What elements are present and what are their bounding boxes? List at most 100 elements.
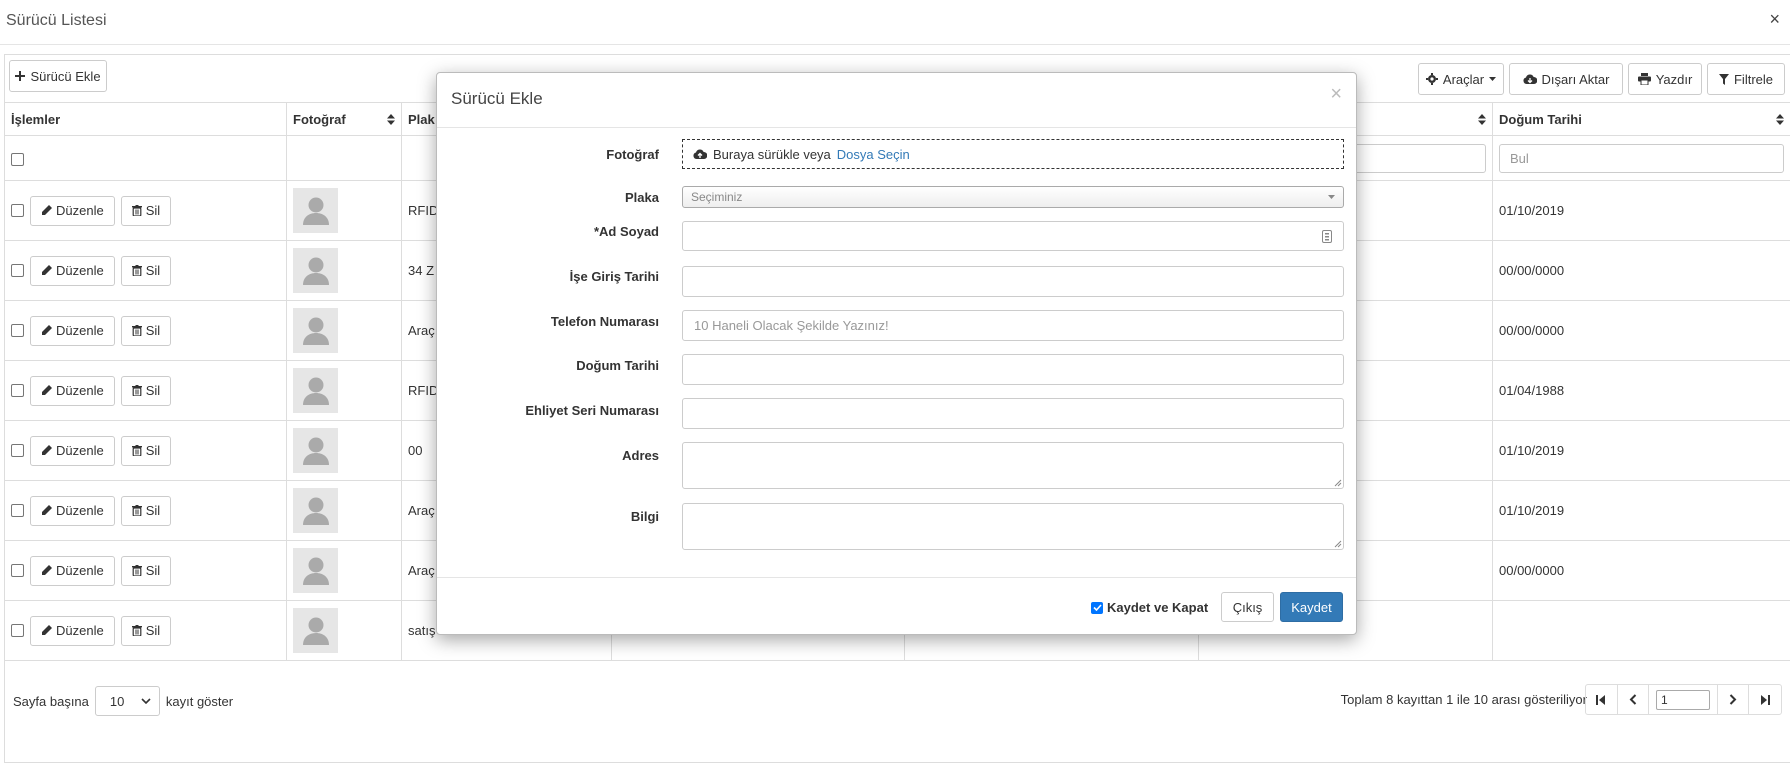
edit-button[interactable]: Düzenle <box>30 255 115 286</box>
chevron-left-icon <box>1629 694 1637 705</box>
info-label: Bilgi <box>630 509 659 524</box>
last-page-button[interactable] <box>1749 685 1781 714</box>
choose-file-link[interactable]: Dosya Seçin <box>837 147 910 162</box>
pencil-icon <box>42 265 52 275</box>
save-and-close-label: Kaydet ve Kapat <box>1107 600 1209 615</box>
per-page-select[interactable]: 10 <box>94 686 160 716</box>
edit-button[interactable]: Düzenle <box>30 375 115 406</box>
next-page-button[interactable] <box>1718 685 1750 714</box>
plus-icon <box>15 71 26 81</box>
pencil-icon <box>42 505 52 515</box>
avatar <box>293 308 338 353</box>
edit-button[interactable]: Düzenle <box>30 315 115 346</box>
save-button[interactable]: Kaydet <box>1280 592 1343 622</box>
header-birth-date[interactable]: Doğum Tarihi <box>1492 102 1790 136</box>
sort-icon <box>387 114 395 125</box>
user-silhouette-icon <box>302 257 329 285</box>
row-checkbox[interactable] <box>11 624 24 637</box>
birth-date-cell: 00/00/0000 <box>1492 540 1790 601</box>
birth-date-cell: 01/04/1988 <box>1492 360 1790 421</box>
prev-page-button[interactable] <box>1618 685 1650 714</box>
pencil-icon <box>42 205 52 215</box>
name-input[interactable] <box>682 221 1344 251</box>
avatar <box>293 488 338 533</box>
birth-date-label: Doğum Tarihi <box>576 358 659 373</box>
delete-button[interactable]: Sil <box>120 315 172 346</box>
page-number-input[interactable]: 1 <box>1655 689 1710 710</box>
address-textarea[interactable] <box>682 442 1344 489</box>
delete-button[interactable]: Sil <box>120 555 172 586</box>
edit-button[interactable]: Düzenle <box>30 495 115 526</box>
avatar <box>293 248 338 293</box>
photo-dropzone[interactable]: Buraya sürükle veya Dosya Seçin <box>682 139 1344 169</box>
edit-label: Düzenle <box>56 623 104 638</box>
delete-button[interactable]: Sil <box>120 435 172 466</box>
delete-button[interactable]: Sil <box>120 195 172 226</box>
edit-label: Düzenle <box>56 563 104 578</box>
trash-icon <box>131 325 142 336</box>
first-page-button[interactable] <box>1586 685 1618 714</box>
birth-date-input[interactable] <box>682 354 1344 385</box>
export-button[interactable]: Dışarı Aktar <box>1509 63 1623 95</box>
row-checkbox[interactable] <box>11 444 24 457</box>
exit-button[interactable]: Çıkış <box>1221 592 1274 622</box>
row-checkbox[interactable] <box>11 324 24 337</box>
filter-button[interactable]: Filtrele <box>1707 63 1785 95</box>
delete-label: Sil <box>145 503 161 518</box>
modal-title: Sürücü Ekle <box>451 89 543 108</box>
pagination: 1 <box>1585 684 1782 715</box>
row-checkbox[interactable] <box>11 384 24 397</box>
caret-down-icon <box>1328 195 1335 199</box>
add-driver-button[interactable]: Sürücü Ekle <box>9 60 107 92</box>
select-all-checkbox[interactable] <box>11 152 24 166</box>
edit-button[interactable]: Düzenle <box>30 615 115 646</box>
pencil-icon <box>42 385 52 395</box>
print-button[interactable]: Yazdır <box>1628 63 1702 95</box>
start-date-input[interactable] <box>682 266 1344 297</box>
trash-icon <box>131 385 142 396</box>
delete-label: Sil <box>145 203 161 218</box>
user-silhouette-icon <box>302 317 329 345</box>
delete-button[interactable]: Sil <box>120 495 172 526</box>
birth-date-cell: 00/00/0000 <box>1492 240 1790 301</box>
save-and-close-option[interactable]: Kaydet ve Kapat <box>1091 600 1208 615</box>
delete-label: Sil <box>145 563 161 578</box>
info-textarea[interactable] <box>682 503 1344 550</box>
edit-button[interactable]: Düzenle <box>30 195 115 226</box>
delete-button[interactable]: Sil <box>120 615 172 646</box>
page-close-icon[interactable]: × <box>1769 9 1780 30</box>
address-label: Adres <box>622 448 659 463</box>
edit-button[interactable]: Düzenle <box>30 435 115 466</box>
delete-button[interactable]: Sil <box>120 375 172 406</box>
row-checkbox[interactable] <box>11 504 24 517</box>
resize-handle-icon[interactable] <box>1334 479 1342 487</box>
resize-handle-icon[interactable] <box>1334 540 1342 548</box>
filter-input-birth-date[interactable]: Bul <box>1499 143 1784 173</box>
birth-date-cell: 01/10/2019 <box>1492 420 1790 481</box>
user-silhouette-icon <box>302 437 329 465</box>
filter-label: Filtrele <box>1733 71 1773 87</box>
page-title: Sürücü Listesi <box>6 12 107 29</box>
chevron-right-icon <box>1729 694 1737 705</box>
check-icon <box>1092 604 1102 611</box>
user-silhouette-icon <box>302 377 329 405</box>
phone-input[interactable]: 10 Haneli Olacak Şekilde Yazınız! <box>682 310 1344 341</box>
tools-dropdown-button[interactable]: Araçlar <box>1418 63 1504 95</box>
birth-date-cell: 01/10/2019 <box>1492 180 1790 241</box>
header-photo[interactable]: Fotoğraf <box>286 102 402 136</box>
sort-icon <box>1776 114 1784 125</box>
delete-button[interactable]: Sil <box>120 255 172 286</box>
modal-close-icon[interactable]: × <box>1330 83 1342 106</box>
row-checkbox[interactable] <box>11 564 24 577</box>
avatar <box>293 548 338 593</box>
pencil-icon <box>42 565 52 575</box>
save-and-close-checkbox[interactable] <box>1091 601 1103 614</box>
first-page-icon <box>1596 694 1606 705</box>
delete-label: Sil <box>145 623 161 638</box>
row-checkbox[interactable] <box>11 204 24 217</box>
license-input[interactable] <box>682 398 1344 429</box>
trash-icon <box>131 265 142 276</box>
row-checkbox[interactable] <box>11 264 24 277</box>
edit-button[interactable]: Düzenle <box>30 555 115 586</box>
plate-select[interactable]: Seçiminiz <box>682 186 1344 208</box>
